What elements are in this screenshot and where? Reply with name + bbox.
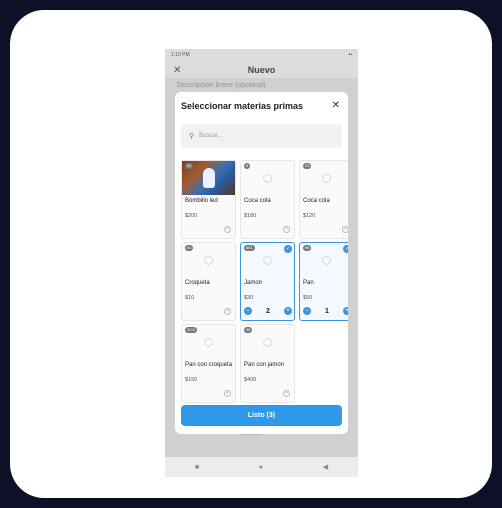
add-icon[interactable]: +	[224, 308, 231, 315]
dialog-close-icon[interactable]: ✕	[332, 100, 340, 111]
material-tile[interactable]: ⬡ 881 ✓ Jamon $30 − 2 +	[240, 242, 295, 321]
box-icon: ⬡	[321, 172, 332, 185]
material-name: Coca cola	[303, 198, 330, 204]
material-name: Coca cola	[244, 198, 271, 204]
material-price: $400	[244, 377, 257, 383]
box-icon: ⬡	[321, 254, 332, 267]
recents-icon[interactable]: ■	[195, 464, 199, 471]
material-name: Pan	[303, 280, 314, 286]
material-price: $10	[185, 295, 195, 301]
material-name: Croqueta	[185, 280, 210, 286]
add-icon[interactable]: +	[283, 226, 290, 233]
search-input[interactable]: ⚲ Buscar...	[181, 124, 342, 148]
add-icon[interactable]: +	[283, 390, 290, 397]
select-materials-dialog: Seleccionar materias primas ✕ ⚲ Buscar..…	[175, 92, 348, 434]
increment-button[interactable]: +	[284, 307, 292, 315]
box-icon: ⬡	[262, 172, 273, 185]
bulb-photo	[202, 168, 215, 188]
material-tile[interactable]: ⬡ 20.5 Pan con croqueta $150 +	[181, 324, 236, 403]
system-nav-bar: ■ ● ◀	[165, 457, 358, 477]
material-tile[interactable]: ⬡ 96 Pan con jamon $400 +	[240, 324, 295, 403]
status-time: 1:10 PM	[171, 52, 190, 58]
check-icon: ✓	[343, 245, 348, 253]
search-placeholder: Buscar...	[199, 133, 223, 139]
add-icon[interactable]: +	[342, 226, 348, 233]
done-button[interactable]: Listo (3)	[181, 405, 342, 426]
material-tile[interactable]: ⬡ 25 Coca cola $120 +	[299, 160, 348, 239]
box-icon: ⬡	[262, 336, 273, 349]
quantity-value: 1	[325, 307, 329, 315]
quantity-stepper: − 2 +	[244, 306, 292, 316]
material-name: Pan con jamon	[244, 362, 285, 368]
material-price: $50	[303, 295, 313, 301]
add-icon[interactable]: +	[224, 390, 231, 397]
material-name: Bombillo led	[185, 198, 218, 204]
material-price: $200	[185, 213, 198, 219]
quantity-value: 2	[266, 307, 270, 315]
app-bar: ✕ Nuevo	[165, 62, 358, 78]
quantity-stepper: − 1 +	[303, 306, 348, 316]
search-icon: ⚲	[189, 133, 195, 140]
back-icon[interactable]: ◀	[323, 463, 328, 471]
page-title: Nuevo	[247, 65, 276, 75]
decrement-button[interactable]: −	[303, 307, 311, 315]
material-name: Jamon	[244, 280, 263, 286]
material-tile[interactable]: ⬡ 96 ✓ Pan $50−1 +	[299, 242, 348, 321]
material-tile[interactable]: 31 Bombillo led $200 +	[181, 160, 236, 239]
status-icons: ••	[348, 52, 352, 58]
material-price: $180	[244, 213, 257, 219]
box-icon: ⬡	[262, 254, 273, 267]
dialog-title: Seleccionar materias primas	[181, 101, 304, 111]
home-icon[interactable]: ●	[259, 464, 263, 471]
stock-badge: 881	[244, 245, 255, 251]
increment-button[interactable]: +	[343, 307, 348, 315]
material-price: $120	[303, 213, 316, 219]
phone-screen: 1:10 PM •• ✕ Nuevo Descripción breve (op…	[165, 49, 358, 477]
material-price: $150	[185, 377, 198, 383]
decrement-button[interactable]: −	[244, 307, 252, 315]
material-name: Pan con croqueta	[185, 362, 233, 368]
material-tile[interactable]: ⬡ 6 Coca cola $180 +	[240, 160, 295, 239]
close-icon[interactable]: ✕	[173, 65, 181, 76]
check-icon: ✓	[284, 245, 292, 253]
box-icon: ⬡	[203, 336, 214, 349]
stock-badge: 20.5	[185, 327, 197, 333]
box-icon: ⬡	[203, 254, 214, 267]
status-bar: 1:10 PM ••	[165, 49, 358, 61]
material-tile[interactable]: ⬡ 61 Croqueta $10 +	[181, 242, 236, 321]
material-price: $30	[244, 295, 254, 301]
add-icon[interactable]: +	[224, 226, 231, 233]
